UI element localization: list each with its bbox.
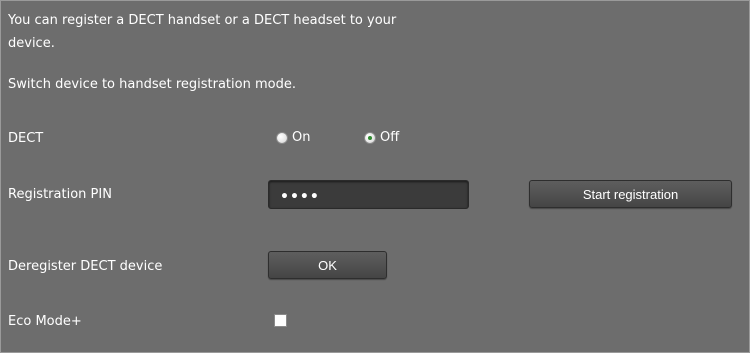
deregister-label: Deregister DECT device xyxy=(8,259,163,274)
dect-off-radio-option[interactable]: Off xyxy=(364,130,399,145)
dect-on-radio[interactable] xyxy=(276,131,288,144)
dect-on-label: On xyxy=(292,130,311,145)
deregister-ok-button[interactable]: OK xyxy=(268,251,387,279)
eco-mode-label: Eco Mode+ xyxy=(8,314,82,329)
dect-off-label: Off xyxy=(380,130,400,145)
registration-pin-label: Registration PIN xyxy=(8,187,112,202)
start-registration-button[interactable]: Start registration xyxy=(529,180,732,208)
intro-text: You can register a DECT handset or a DEC… xyxy=(8,13,397,51)
dect-off-radio[interactable] xyxy=(364,131,376,144)
eco-mode-checkbox[interactable] xyxy=(274,314,287,327)
registration-pin-input[interactable] xyxy=(268,180,469,209)
dect-on-radio-option[interactable]: On xyxy=(276,130,310,145)
instruction-text: Switch device to handset registration mo… xyxy=(8,77,296,92)
dect-label: DECT xyxy=(8,131,44,146)
